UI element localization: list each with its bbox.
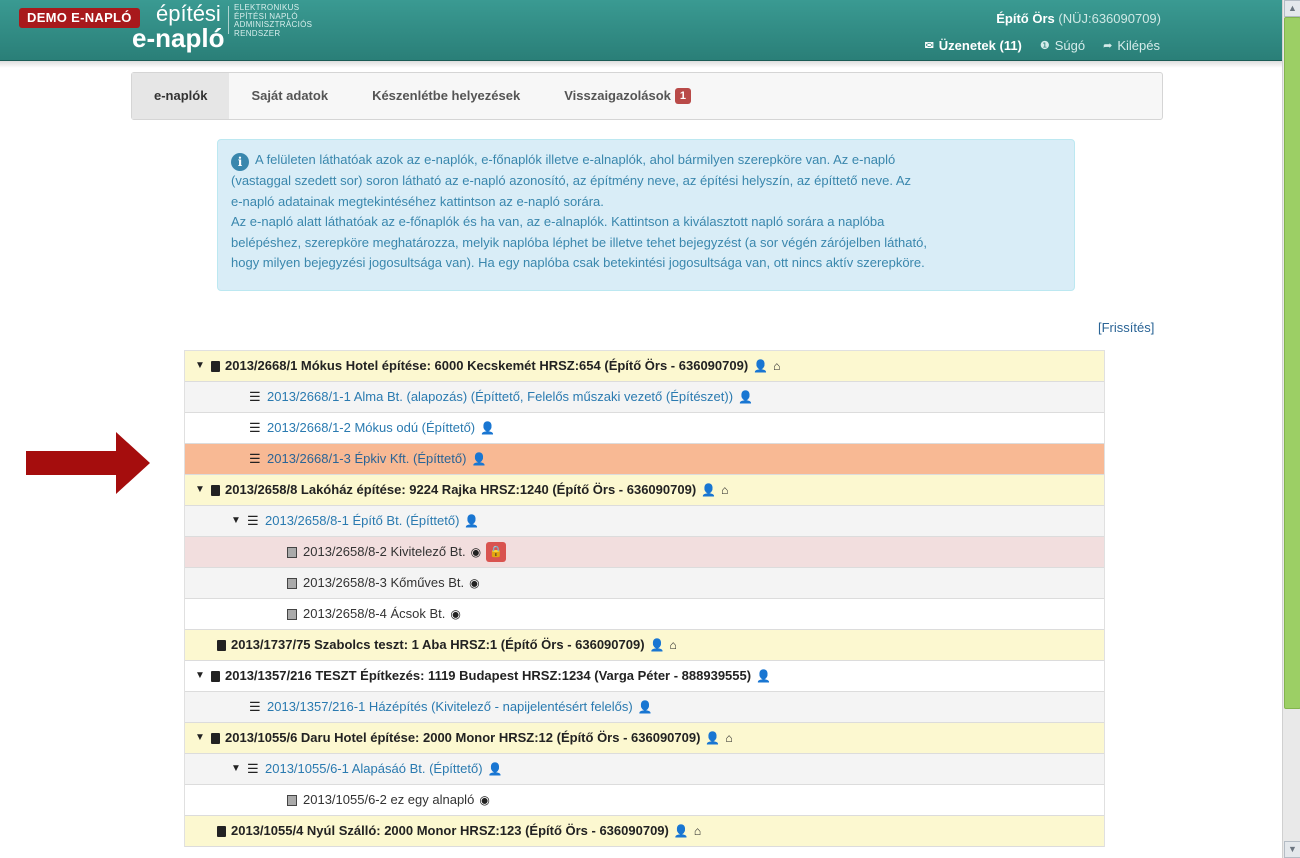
main-diary-row[interactable]: ☰ 2013/2668/1-1 Alma Bt. (alapozás) (Épí… xyxy=(185,382,1104,413)
help-link[interactable]: ❶ Súgó xyxy=(1040,38,1085,53)
user-info: Építő Örs (NÜJ:636090709) xyxy=(996,11,1161,26)
list-icon: ☰ xyxy=(247,513,259,528)
chevron-down-icon[interactable]: ▼ xyxy=(195,475,207,505)
user-icon: 👤 xyxy=(738,390,754,404)
diary-row[interactable]: 2013/1737/75 Szabolcs teszt: 1 Aba HRSZ:… xyxy=(185,630,1104,661)
main-diary-row[interactable]: ▼ ☰ 2013/2658/8-1 Építő Bt. (Építtető) 👤 xyxy=(185,506,1104,537)
eye-icon: ◉ xyxy=(450,607,461,621)
book-icon xyxy=(217,639,226,651)
chevron-down-icon[interactable]: ▼ xyxy=(231,754,243,784)
user-icon: 👤 xyxy=(701,483,717,497)
list-icon: ☰ xyxy=(249,420,261,435)
list-icon: ☰ xyxy=(249,451,261,466)
eye-icon: ◉ xyxy=(470,545,482,559)
user-icon: 👤 xyxy=(471,452,487,466)
eye-icon: ◉ xyxy=(469,576,480,590)
scroll-thumb[interactable] xyxy=(1284,17,1300,709)
notification-badge: 1 xyxy=(674,88,692,104)
chevron-down-icon[interactable]: ▼ xyxy=(195,661,207,691)
home-icon: ⌂ xyxy=(773,359,781,373)
main-tabs: e-naplók Saját adatok Készenlétbe helyez… xyxy=(131,72,1163,120)
info-line: Az e-napló alatt láthatóak az e-főnaplók… xyxy=(231,214,885,229)
book-icon xyxy=(211,732,220,744)
home-icon: ⌂ xyxy=(721,483,729,497)
header-links: ✉ Üzenetek (11) ❶ Súgó ➦ Kilépés xyxy=(925,38,1160,53)
document-icon xyxy=(287,546,297,558)
diary-row[interactable]: ▼ 2013/1055/6 Daru Hotel építése: 2000 M… xyxy=(185,723,1104,754)
main-diary-row[interactable]: ▼ ☰ 2013/1055/6-1 Alapásáó Bt. (Építtető… xyxy=(185,754,1104,785)
document-icon xyxy=(287,608,297,620)
app-header: DEMO E-NAPLÓ építési e-napló ELEKTRONIKU… xyxy=(0,0,1282,61)
vertical-scrollbar[interactable]: ▲ ▼ xyxy=(1282,0,1300,858)
book-icon xyxy=(211,670,220,682)
info-line: iA felületen láthatóak azok az e-naplók,… xyxy=(231,150,1061,171)
user-icon: 👤 xyxy=(637,700,653,714)
main-diary-row[interactable]: ☰ 2013/1357/216-1 Házépítés (Kivitelező … xyxy=(185,692,1104,723)
chevron-down-icon[interactable]: ▼ xyxy=(231,506,243,536)
user-name: Építő Örs xyxy=(996,11,1055,26)
document-icon xyxy=(287,577,297,589)
info-line: e-napló adatainak megtekintéséhez kattin… xyxy=(231,193,604,209)
tab-enaplok[interactable]: e-naplók xyxy=(132,73,230,119)
refresh-link[interactable]: [Frissítés] xyxy=(1098,320,1154,335)
diary-row[interactable]: ▼ 2013/2668/1 Mókus Hotel építése: 6000 … xyxy=(185,351,1104,382)
logo-subtitle: ELEKTRONIKUS ÉPÍTÉSI NAPLÓ ADMINISZTRÁCI… xyxy=(234,3,313,38)
main-diary-row[interactable]: ☰ 2013/2668/1-2 Mókus odú (Építtető) 👤 xyxy=(185,413,1104,444)
sub-diary-row[interactable]: 2013/2658/8-2 Kivitelező Bt. ◉ 🔒 xyxy=(185,537,1104,568)
tab-keszenletbe-helyezesek[interactable]: Készenlétbe helyezések xyxy=(350,73,542,119)
red-arrow-annotation xyxy=(26,432,150,494)
scroll-up-button[interactable]: ▲ xyxy=(1284,0,1300,17)
logo-divider xyxy=(228,6,229,34)
info-icon: ❶ xyxy=(1039,40,1050,52)
user-id: (NÜJ:636090709) xyxy=(1058,11,1161,26)
share-arrow-icon: ➦ xyxy=(1103,40,1113,52)
user-icon: 👤 xyxy=(649,638,665,652)
user-icon: 👤 xyxy=(464,514,480,528)
tab-sajat-adatok[interactable]: Saját adatok xyxy=(229,73,350,119)
tab-visszaigazolasok[interactable]: Visszaigazolások 1 xyxy=(542,73,713,119)
main-diary-row-highlighted[interactable]: ☰ 2013/2668/1-3 Épkiv Kft. (Építtető) 👤 xyxy=(185,444,1104,475)
envelope-icon: ✉ xyxy=(924,40,934,52)
diary-row[interactable]: ▼ 2013/2658/8 Lakóház építése: 9224 Rajk… xyxy=(185,475,1104,506)
chevron-down-icon[interactable]: ▼ xyxy=(195,723,207,753)
info-circle-icon: i xyxy=(231,153,249,171)
info-alert: iA felületen láthatóak azok az e-naplók,… xyxy=(217,139,1075,291)
demo-badge: DEMO E-NAPLÓ xyxy=(19,8,140,28)
chevron-down-icon[interactable]: ▼ xyxy=(195,351,207,381)
book-icon xyxy=(217,825,226,837)
user-icon: 👤 xyxy=(480,421,496,435)
scroll-down-button[interactable]: ▼ xyxy=(1284,841,1300,858)
diary-row[interactable]: 2013/1055/4 Nyúl Szálló: 2000 Monor HRSZ… xyxy=(185,816,1104,847)
list-icon: ☰ xyxy=(249,389,261,404)
book-icon xyxy=(211,360,220,372)
info-line: (vastaggal szedett sor) soron látható az… xyxy=(231,173,912,188)
logo-text-enaplo: e-napló xyxy=(132,23,225,53)
user-icon: 👤 xyxy=(756,669,772,683)
lock-icon: 🔒 xyxy=(486,542,507,562)
document-icon xyxy=(287,794,297,806)
home-icon: ⌂ xyxy=(725,731,733,745)
home-icon: ⌂ xyxy=(669,638,677,652)
info-line: hogy milyen bejegyzési jogosultsága van)… xyxy=(231,255,925,270)
list-icon: ☰ xyxy=(249,699,261,714)
diary-tree: ▼ 2013/2668/1 Mókus Hotel építése: 6000 … xyxy=(184,350,1105,847)
user-icon: 👤 xyxy=(673,824,689,838)
book-icon xyxy=(211,484,220,496)
logout-link[interactable]: ➦ Kilépés xyxy=(1103,38,1160,53)
sub-diary-row[interactable]: 2013/2658/8-4 Ácsok Bt. ◉ xyxy=(185,599,1104,630)
diary-row[interactable]: ▼ 2013/1357/216 TESZT Építkezés: 1119 Bu… xyxy=(185,661,1104,692)
eye-icon: ◉ xyxy=(479,793,490,807)
user-icon: 👤 xyxy=(705,731,721,745)
messages-link[interactable]: ✉ Üzenetek (11) xyxy=(925,38,1022,53)
list-icon: ☰ xyxy=(247,761,259,776)
info-line: belépéshez, szerepköre meghatározza, mel… xyxy=(231,234,927,250)
sub-diary-row[interactable]: 2013/1055/6-2 ez egy alnapló ◉ xyxy=(185,785,1104,816)
user-icon: 👤 xyxy=(487,762,503,776)
home-icon: ⌂ xyxy=(693,824,702,838)
header-shadow xyxy=(0,60,1282,68)
sub-diary-row[interactable]: 2013/2658/8-3 Kőműves Bt. ◉ xyxy=(185,568,1104,599)
user-icon: 👤 xyxy=(753,359,769,373)
